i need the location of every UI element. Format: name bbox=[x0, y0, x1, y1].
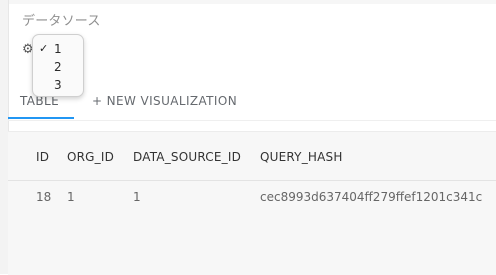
column-header-org-id[interactable]: ORG_ID bbox=[67, 149, 114, 165]
data-source-option-3[interactable]: 3 bbox=[33, 76, 83, 94]
column-header-id[interactable]: ID bbox=[36, 149, 49, 165]
data-source-option-2[interactable]: 2 bbox=[33, 58, 83, 76]
table-cell-query-hash: cec8993d637404ff279ffef1201c341c bbox=[260, 190, 483, 204]
new-visualization-tab[interactable]: + NEW VISUALIZATION bbox=[92, 89, 242, 113]
table-cell-org-id: 1 bbox=[67, 190, 75, 204]
column-header-data-source-id[interactable]: DATA_SOURCE_ID bbox=[133, 149, 241, 165]
results-panel: ID ORG_ID DATA_SOURCE_ID QUERY_HASH 18 1… bbox=[8, 131, 496, 275]
table-header-separator bbox=[8, 180, 496, 181]
data-source-option-1[interactable]: ✓ 1 bbox=[33, 40, 83, 58]
top-strip bbox=[0, 0, 496, 4]
column-header-query-hash[interactable]: QUERY_HASH bbox=[260, 149, 343, 165]
data-source-option-label: 2 bbox=[54, 60, 62, 74]
data-source-title: データソース bbox=[22, 14, 101, 29]
data-source-option-label: 1 bbox=[54, 42, 62, 56]
active-tab-indicator bbox=[8, 117, 74, 119]
data-source-option-label: 3 bbox=[54, 78, 62, 92]
data-source-dropdown[interactable]: ✓ 1 2 3 bbox=[32, 34, 84, 97]
table-cell-data-source-id: 1 bbox=[133, 190, 141, 204]
checkmark-icon: ✓ bbox=[39, 42, 49, 55]
table-cell-id: 18 bbox=[36, 190, 52, 204]
